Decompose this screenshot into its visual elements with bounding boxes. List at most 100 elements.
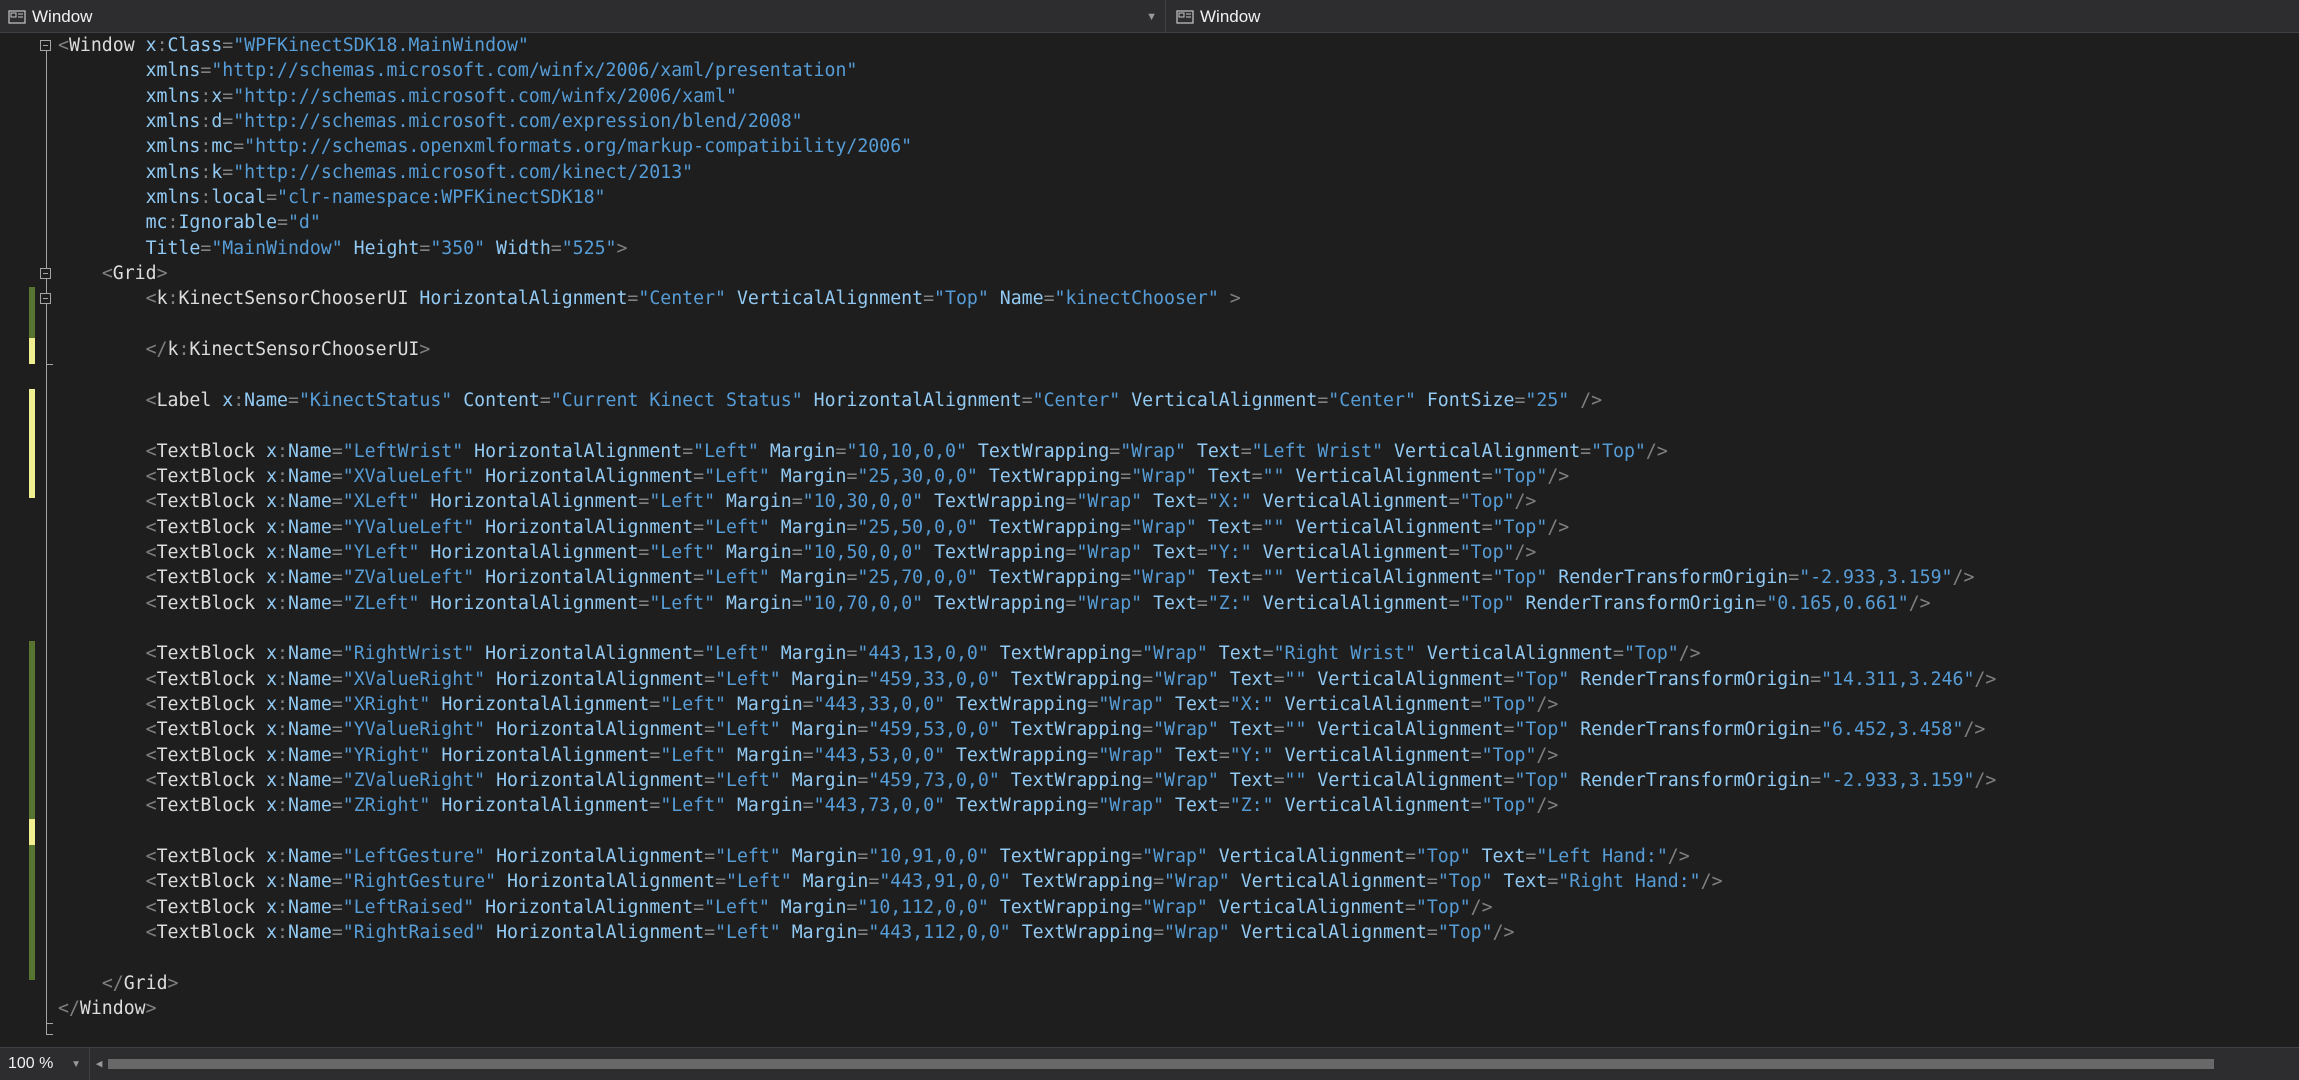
code-token: = xyxy=(1153,871,1165,893)
type-dropdown[interactable]: Window ▼ xyxy=(0,0,1166,33)
code-line[interactable]: ​ xyxy=(58,362,1996,387)
code-token: = xyxy=(1120,567,1132,589)
code-line[interactable]: <Label x:Name="KinectStatus" Content="Cu… xyxy=(58,388,1996,413)
code-token: HorizontalAlignment xyxy=(507,871,716,893)
code-token: : xyxy=(178,339,190,361)
code-token: "Wrap" xyxy=(1131,567,1197,589)
code-line[interactable]: <TextBlock x:Name="ZLeft" HorizontalAlig… xyxy=(58,591,1996,616)
code-line[interactable]: xmlns:mc="http://schemas.openxmlformats.… xyxy=(58,134,1996,159)
code-token: < xyxy=(145,871,157,893)
code-line[interactable]: <TextBlock x:Name="YValueLeft" Horizonta… xyxy=(58,515,1996,540)
code-line[interactable]: <TextBlock x:Name="LeftGesture" Horizont… xyxy=(58,844,1996,869)
code-line[interactable]: <TextBlock x:Name="YRight" HorizontalAli… xyxy=(58,743,1996,768)
code-line[interactable]: ​ xyxy=(58,616,1996,641)
code-token: = xyxy=(1525,846,1537,867)
code-token: = xyxy=(846,567,858,589)
code-token: "Left" xyxy=(649,592,716,614)
code-line[interactable]: <TextBlock x:Name="RightWrist" Horizonta… xyxy=(58,641,1996,666)
code-line[interactable]: xmlns:local="clr-namespace:WPFKinectSDK1… xyxy=(58,185,1996,210)
code-token: "Left" xyxy=(704,643,770,665)
code-line[interactable]: ​ xyxy=(58,945,1996,970)
scroll-left-icon[interactable]: ◀ xyxy=(92,1055,106,1073)
code-line[interactable]: <TextBlock x:Name="LeftWrist" Horizontal… xyxy=(58,439,1996,464)
zoom-dropdown[interactable]: 100 % ▼ xyxy=(0,1048,90,1080)
code-token: "Top" xyxy=(1415,846,1471,867)
code-line[interactable]: <TextBlock x:Name="XValueRight" Horizont… xyxy=(58,667,1997,692)
code-line[interactable]: <TextBlock x:Name="YValueRight" Horizont… xyxy=(58,717,1996,742)
code-token: Name xyxy=(287,693,332,715)
code-line[interactable]: Title="MainWindow" Height="350" Width="5… xyxy=(58,236,1996,261)
code-token: = xyxy=(331,668,343,690)
code-token: TextWrapping xyxy=(999,896,1132,918)
code-line[interactable]: <TextBlock x:Name="LeftRaised" Horizonta… xyxy=(58,895,1996,920)
code-line[interactable]: xmlns:d="http://schemas.microsoft.com/ex… xyxy=(58,109,1996,134)
code-editor[interactable]: <Window x:Class="WPFKinectSDK18.MainWind… xyxy=(0,33,2299,1047)
code-line[interactable]: <TextBlock x:Name="ZValueLeft" Horizonta… xyxy=(58,565,1996,590)
code-token: Margin xyxy=(736,795,803,817)
code-line[interactable]: <Grid> xyxy=(58,261,1996,286)
code-token: VerticalAlignment xyxy=(736,288,924,310)
code-line[interactable]: <TextBlock x:Name="ZRight" HorizontalAli… xyxy=(58,793,1996,818)
code-token: k xyxy=(167,339,179,361)
code-line[interactable]: xmlns:x="http://schemas.microsoft.com/wi… xyxy=(58,84,1996,109)
change-indicator-unsaved xyxy=(29,338,35,364)
code-line[interactable]: xmlns="http://schemas.microsoft.com/winf… xyxy=(58,58,1996,83)
code-line[interactable]: xmlns:k="http://schemas.microsoft.com/ki… xyxy=(58,160,1996,185)
code-token: /> xyxy=(1492,922,1515,944)
code-line[interactable]: <TextBlock x:Name="XRight" HorizontalAli… xyxy=(58,692,1996,717)
code-token: TextWrapping xyxy=(988,465,1121,487)
code-token: : xyxy=(277,440,288,462)
code-token: : xyxy=(277,846,288,867)
code-line[interactable]: mc:Ignorable="d" xyxy=(58,210,1996,235)
code-line[interactable]: <TextBlock x:Name="ZValueRight" Horizont… xyxy=(58,768,1997,793)
code-token: "Top" xyxy=(1492,516,1548,538)
code-line[interactable]: </k:KinectSensorChooserUI> xyxy=(58,337,1996,362)
code-token: HorizontalAlignment xyxy=(496,668,705,690)
code-line[interactable]: <TextBlock x:Name="XValueLeft" Horizonta… xyxy=(58,464,1996,489)
code-line[interactable]: <TextBlock x:Name="XLeft" HorizontalAlig… xyxy=(58,489,1996,514)
code-token: TextWrapping xyxy=(977,440,1110,462)
code-line[interactable]: <k:KinectSensorChooserUI HorizontalAlign… xyxy=(58,286,1996,311)
code-token: = xyxy=(704,769,716,791)
code-line[interactable]: <TextBlock x:Name="RightRaised" Horizont… xyxy=(58,920,1996,945)
code-line[interactable]: <TextBlock x:Name="YLeft" HorizontalAlig… xyxy=(58,540,1996,565)
member-dropdown[interactable]: Window xyxy=(1168,0,2299,33)
scrollbar-thumb[interactable] xyxy=(108,1059,2214,1069)
code-token: = xyxy=(715,871,727,893)
code-line[interactable]: ​ xyxy=(58,312,1996,337)
code-token: Name xyxy=(287,592,332,614)
code-line[interactable]: <TextBlock x:Name="RightGesture" Horizon… xyxy=(58,869,1996,894)
code-token: Name xyxy=(287,491,332,513)
code-line[interactable]: ​ xyxy=(58,819,1996,844)
code-line[interactable]: ​ xyxy=(58,413,1996,438)
code-token: Text xyxy=(1196,440,1241,462)
horizontal-scrollbar[interactable]: ◀ xyxy=(92,1055,2299,1073)
collapse-icon[interactable] xyxy=(40,268,51,279)
code-text-area[interactable]: <Window x:Class="WPFKinectSDK18.MainWind… xyxy=(58,33,1996,1021)
code-token: = xyxy=(331,693,343,715)
code-token: "459,73,0,0" xyxy=(868,769,1000,791)
code-token: = xyxy=(791,541,803,563)
collapse-icon[interactable] xyxy=(40,40,51,51)
code-line[interactable]: </Window> xyxy=(58,996,1996,1021)
code-line[interactable]: </Grid> xyxy=(58,971,1996,996)
collapse-icon[interactable] xyxy=(40,293,51,304)
code-token: = xyxy=(846,896,858,918)
code-token: VerticalAlignment xyxy=(1394,440,1581,462)
code-token: TextBlock xyxy=(156,668,256,690)
code-token: TextBlock xyxy=(156,871,256,893)
code-line[interactable]: <Window x:Class="WPFKinectSDK18.MainWind… xyxy=(58,33,1996,58)
